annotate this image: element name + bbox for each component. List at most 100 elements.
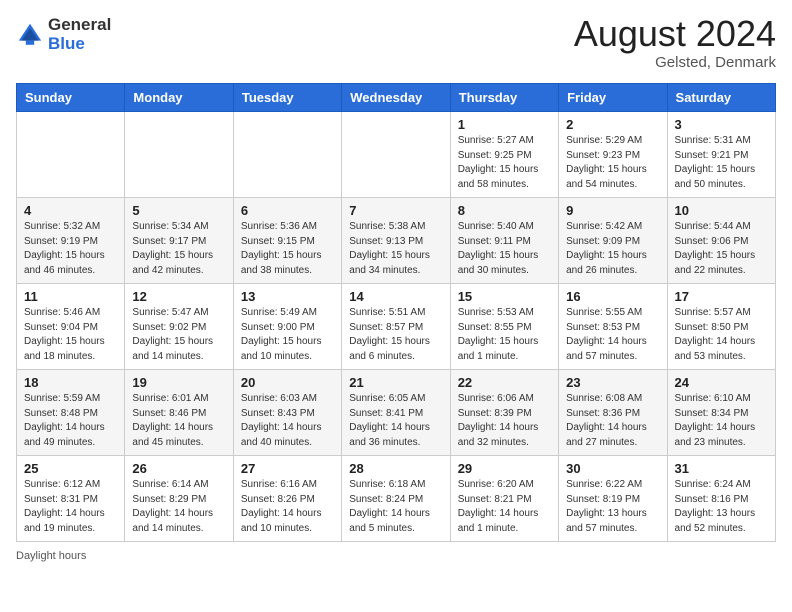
calendar-cell: 18 Sunrise: 5:59 AM Sunset: 8:48 PM Dayli…: [17, 370, 125, 456]
day-info: Sunrise: 5:40 AM Sunset: 9:11 PM Dayligh…: [458, 220, 551, 278]
week-row-3: 18 Sunrise: 5:59 AM Sunset: 8:48 PM Dayli…: [17, 370, 776, 456]
calendar-cell: 5 Sunrise: 5:34 AM Sunset: 9:17 PM Daylig…: [125, 198, 233, 284]
calendar-cell: 13Sunrise: 5:49 AM Sunset: 9:00 PM Dayli…: [233, 284, 341, 370]
day-number: 13: [241, 289, 334, 304]
day-number: 15: [458, 289, 551, 304]
calendar-cell: 10 Sunrise: 5:44 AM Sunset: 9:06 PM Dayli…: [667, 198, 775, 284]
logo-text: General Blue: [48, 16, 111, 53]
day-info: Sunrise: 5:31 AM Sunset: 9:21 PM Dayligh…: [675, 134, 768, 192]
day-number: 17: [675, 289, 768, 304]
calendar-cell: 7Sunrise: 5:38 AM Sunset: 9:13 PM Daylig…: [342, 198, 450, 284]
calendar-table: SundayMondayTuesdayWednesdayThursdayFrid…: [16, 83, 776, 542]
header-day-friday: Friday: [559, 84, 667, 112]
day-info: Sunrise: 6:05 AM Sunset: 8:41 PM Dayligh…: [349, 392, 442, 450]
calendar-cell: 6Sunrise: 5:36 AM Sunset: 9:15 PM Daylig…: [233, 198, 341, 284]
page-header: General Blue August 2024 Gelsted, Denmar…: [16, 16, 776, 71]
header-day-saturday: Saturday: [667, 84, 775, 112]
day-number: 22: [458, 375, 551, 390]
location: Gelsted, Denmark: [574, 54, 776, 71]
header-day-sunday: Sunday: [17, 84, 125, 112]
day-number: 4: [24, 203, 117, 218]
calendar-cell: 30 Sunrise: 6:22 AM Sunset: 8:19 PM Dayli…: [559, 456, 667, 542]
month-year: August 2024: [574, 16, 776, 52]
calendar-cell: 16 Sunrise: 5:55 AM Sunset: 8:53 PM Dayli…: [559, 284, 667, 370]
day-info: Sunrise: 6:06 AM Sunset: 8:39 PM Dayligh…: [458, 392, 551, 450]
day-number: 30: [566, 461, 659, 476]
day-number: 21: [349, 375, 442, 390]
day-number: 7: [349, 203, 442, 218]
header-day-tuesday: Tuesday: [233, 84, 341, 112]
day-info: Sunrise: 6:14 AM Sunset: 8:29 PM Dayligh…: [132, 478, 225, 536]
day-info: Sunrise: 5:27 AM Sunset: 9:25 PM Dayligh…: [458, 134, 551, 192]
day-number: 26: [132, 461, 225, 476]
day-number: 23: [566, 375, 659, 390]
day-number: 14: [349, 289, 442, 304]
day-info: Sunrise: 5:29 AM Sunset: 9:23 PM Dayligh…: [566, 134, 659, 192]
calendar-cell: 12 Sunrise: 5:47 AM Sunset: 9:02 PM Dayli…: [125, 284, 233, 370]
day-info: Sunrise: 5:59 AM Sunset: 8:48 PM Dayligh…: [24, 392, 117, 450]
logo-icon: [16, 21, 44, 49]
calendar-cell: 21 Sunrise: 6:05 AM Sunset: 8:41 PM Dayli…: [342, 370, 450, 456]
day-number: 25: [24, 461, 117, 476]
day-number: 9: [566, 203, 659, 218]
calendar-cell: 3Sunrise: 5:31 AM Sunset: 9:21 PM Daylig…: [667, 112, 775, 198]
day-number: 19: [132, 375, 225, 390]
calendar-cell: [125, 112, 233, 198]
day-info: Sunrise: 5:47 AM Sunset: 9:02 PM Dayligh…: [132, 306, 225, 364]
week-row-2: 11Sunrise: 5:46 AM Sunset: 9:04 PM Dayli…: [17, 284, 776, 370]
day-number: 24: [675, 375, 768, 390]
calendar-cell: 15 Sunrise: 5:53 AM Sunset: 8:55 PM Dayli…: [450, 284, 558, 370]
calendar-cell: 1 Sunrise: 5:27 AM Sunset: 9:25 PM Daylig…: [450, 112, 558, 198]
footer: Daylight hours: [16, 550, 776, 562]
calendar-cell: 25 Sunrise: 6:12 AM Sunset: 8:31 PM Dayli…: [17, 456, 125, 542]
header-row: SundayMondayTuesdayWednesdayThursdayFrid…: [17, 84, 776, 112]
day-number: 5: [132, 203, 225, 218]
calendar-cell: 4 Sunrise: 5:32 AM Sunset: 9:19 PM Daylig…: [17, 198, 125, 284]
calendar-cell: 27Sunrise: 6:16 AM Sunset: 8:26 PM Dayli…: [233, 456, 341, 542]
calendar-cell: 2 Sunrise: 5:29 AM Sunset: 9:23 PM Daylig…: [559, 112, 667, 198]
header-day-thursday: Thursday: [450, 84, 558, 112]
calendar-cell: 23 Sunrise: 6:08 AM Sunset: 8:36 PM Dayli…: [559, 370, 667, 456]
calendar-cell: 9Sunrise: 5:42 AM Sunset: 9:09 PM Daylig…: [559, 198, 667, 284]
day-number: 2: [566, 117, 659, 132]
day-info: Sunrise: 6:18 AM Sunset: 8:24 PM Dayligh…: [349, 478, 442, 536]
day-info: Sunrise: 5:44 AM Sunset: 9:06 PM Dayligh…: [675, 220, 768, 278]
calendar-cell: 24 Sunrise: 6:10 AM Sunset: 8:34 PM Dayli…: [667, 370, 775, 456]
day-info: Sunrise: 5:32 AM Sunset: 9:19 PM Dayligh…: [24, 220, 117, 278]
day-number: 18: [24, 375, 117, 390]
calendar-cell: 31 Sunrise: 6:24 AM Sunset: 8:16 PM Dayli…: [667, 456, 775, 542]
header-day-monday: Monday: [125, 84, 233, 112]
title-block: August 2024 Gelsted, Denmark: [574, 16, 776, 71]
day-number: 29: [458, 461, 551, 476]
header-day-wednesday: Wednesday: [342, 84, 450, 112]
day-number: 11: [24, 289, 117, 304]
calendar-cell: [233, 112, 341, 198]
day-info: Sunrise: 6:03 AM Sunset: 8:43 PM Dayligh…: [241, 392, 334, 450]
day-number: 16: [566, 289, 659, 304]
day-info: Sunrise: 6:12 AM Sunset: 8:31 PM Dayligh…: [24, 478, 117, 536]
day-info: Sunrise: 5:51 AM Sunset: 8:57 PM Dayligh…: [349, 306, 442, 364]
day-info: Sunrise: 5:55 AM Sunset: 8:53 PM Dayligh…: [566, 306, 659, 364]
calendar-header: SundayMondayTuesdayWednesdayThursdayFrid…: [17, 84, 776, 112]
day-info: Sunrise: 5:34 AM Sunset: 9:17 PM Dayligh…: [132, 220, 225, 278]
day-number: 10: [675, 203, 768, 218]
day-info: Sunrise: 6:08 AM Sunset: 8:36 PM Dayligh…: [566, 392, 659, 450]
calendar-cell: 11Sunrise: 5:46 AM Sunset: 9:04 PM Dayli…: [17, 284, 125, 370]
week-row-4: 25 Sunrise: 6:12 AM Sunset: 8:31 PM Dayli…: [17, 456, 776, 542]
day-info: Sunrise: 5:57 AM Sunset: 8:50 PM Dayligh…: [675, 306, 768, 364]
day-info: Sunrise: 6:01 AM Sunset: 8:46 PM Dayligh…: [132, 392, 225, 450]
day-info: Sunrise: 6:16 AM Sunset: 8:26 PM Dayligh…: [241, 478, 334, 536]
calendar-cell: 17 Sunrise: 5:57 AM Sunset: 8:50 PM Dayli…: [667, 284, 775, 370]
day-number: 12: [132, 289, 225, 304]
calendar-cell: 28Sunrise: 6:18 AM Sunset: 8:24 PM Dayli…: [342, 456, 450, 542]
calendar-cell: 26 Sunrise: 6:14 AM Sunset: 8:29 PM Dayli…: [125, 456, 233, 542]
day-number: 31: [675, 461, 768, 476]
day-number: 1: [458, 117, 551, 132]
day-info: Sunrise: 6:24 AM Sunset: 8:16 PM Dayligh…: [675, 478, 768, 536]
day-number: 8: [458, 203, 551, 218]
day-info: Sunrise: 6:10 AM Sunset: 8:34 PM Dayligh…: [675, 392, 768, 450]
day-info: Sunrise: 5:53 AM Sunset: 8:55 PM Dayligh…: [458, 306, 551, 364]
calendar-cell: [342, 112, 450, 198]
calendar-cell: 20Sunrise: 6:03 AM Sunset: 8:43 PM Dayli…: [233, 370, 341, 456]
day-info: Sunrise: 6:22 AM Sunset: 8:19 PM Dayligh…: [566, 478, 659, 536]
